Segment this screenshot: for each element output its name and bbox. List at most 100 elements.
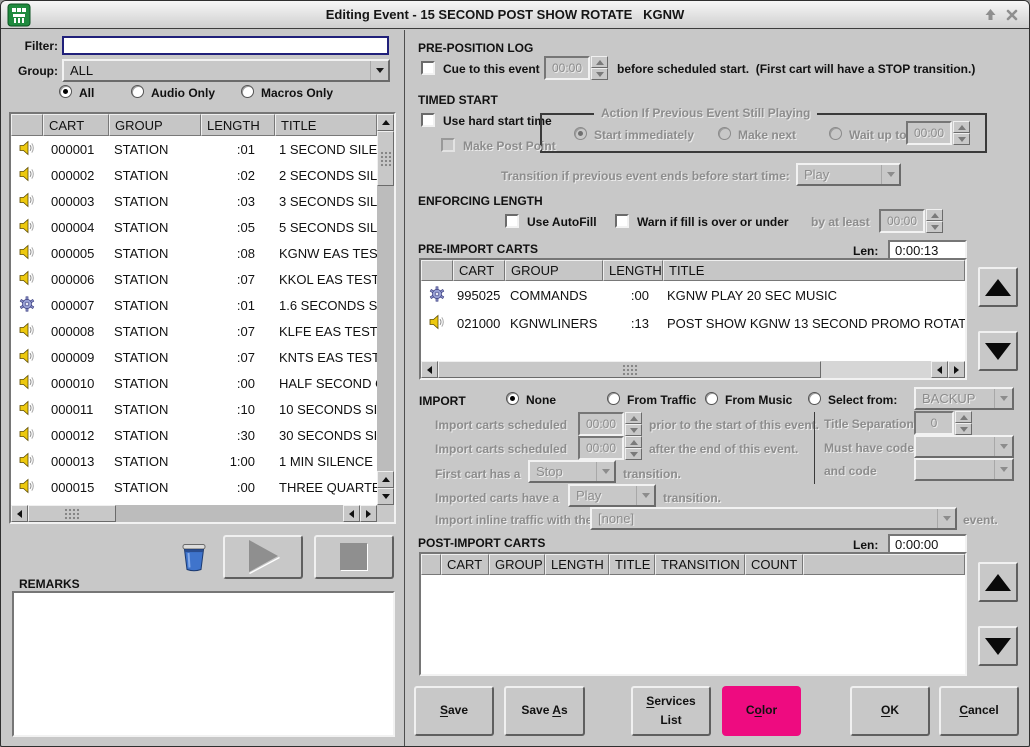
- timed-start-heading: TIMED START: [418, 93, 498, 107]
- group-select[interactable]: ALL: [62, 59, 390, 82]
- title-bar[interactable]: Editing Event - 15 SECOND POST SHOW ROTA…: [1, 1, 1029, 29]
- scope-radio-all[interactable]: [59, 85, 72, 98]
- select-from-select[interactable]: BACKUP: [914, 387, 1014, 410]
- cell-length: :00: [201, 376, 275, 391]
- services-list-button[interactable]: Services List: [631, 686, 711, 736]
- import-none-radio[interactable]: [506, 392, 519, 405]
- table-row[interactable]: 995025 COMMANDS :00 KGNW PLAY 20 SEC MUS…: [421, 281, 965, 309]
- cell-cart: 000007: [43, 298, 109, 313]
- use-hard-start-checkbox[interactable]: [421, 113, 435, 127]
- import-music-radio[interactable]: [705, 392, 718, 405]
- title-separation-spinbox[interactable]: 0: [914, 411, 972, 435]
- import-select-from-radio[interactable]: [808, 392, 821, 405]
- ok-button[interactable]: OK: [850, 686, 930, 736]
- table-row[interactable]: 000004 STATION :05 5 SECONDS SILEN: [11, 214, 377, 240]
- scroll-left-button[interactable]: [11, 505, 28, 522]
- horizontal-scroll-thumb[interactable]: [28, 505, 116, 522]
- import-traffic-radio[interactable]: [607, 392, 620, 405]
- inline-traffic-select[interactable]: [none]: [590, 507, 957, 530]
- vertical-scroll-thumb[interactable]: [377, 131, 394, 186]
- close-button[interactable]: [1001, 5, 1023, 25]
- cue-to-event-checkbox[interactable]: [421, 61, 435, 75]
- scroll-left-button[interactable]: [421, 361, 438, 378]
- wait-up-to-radio[interactable]: [829, 127, 842, 140]
- col-length[interactable]: LENGTH: [201, 114, 275, 136]
- warn-fill-checkbox[interactable]: [615, 214, 629, 228]
- pre-import-move-down-button[interactable]: [978, 331, 1018, 371]
- cell-group: STATION: [109, 324, 201, 339]
- post-import-move-up-button[interactable]: [978, 562, 1018, 602]
- cell-title: KNTS EAS TEST IN: [275, 350, 377, 365]
- scroll-right-button[interactable]: [360, 505, 377, 522]
- table-row[interactable]: 000002 STATION :02 2 SECONDS SILEN: [11, 162, 377, 188]
- col-icon[interactable]: [11, 114, 43, 136]
- first-cart-transition-select[interactable]: Stop: [528, 460, 616, 483]
- wait-time-spinbox[interactable]: 00:00: [906, 121, 970, 145]
- speaker-icon: [19, 270, 35, 286]
- table-row[interactable]: 000006 STATION :07 KKOL EAS TEST IN: [11, 266, 377, 292]
- scroll-left-button-2[interactable]: [931, 361, 948, 378]
- pre-import-move-up-button[interactable]: [978, 267, 1018, 307]
- trash-button[interactable]: [178, 541, 210, 574]
- imported-carts-transition-select[interactable]: Play: [568, 484, 656, 507]
- scroll-up-button-2[interactable]: [377, 471, 394, 488]
- scroll-left-button-2[interactable]: [343, 505, 360, 522]
- table-row[interactable]: 021000 KGNWLINERS :13 POST SHOW KGNW 13 …: [421, 309, 965, 337]
- use-autofill-checkbox[interactable]: [505, 214, 519, 228]
- filter-input[interactable]: [62, 36, 389, 55]
- table-row[interactable]: 000007 STATION :01 1.6 SECONDS SIL: [11, 292, 377, 318]
- make-post-point-checkbox[interactable]: [441, 138, 455, 152]
- cue-suffix-label: before scheduled start. (First cart will…: [617, 62, 975, 76]
- scope-radio-macros-only[interactable]: [241, 85, 254, 98]
- maximize-button[interactable]: [979, 5, 1001, 25]
- transition-if-select[interactable]: Play: [796, 163, 901, 186]
- spin-up-icon[interactable]: [591, 56, 608, 68]
- cell-group: COMMANDS: [505, 288, 603, 303]
- import-music-label: From Music: [725, 393, 792, 407]
- col-cart[interactable]: CART: [43, 114, 109, 136]
- cue-time-spinbox[interactable]: 00:00: [544, 56, 608, 80]
- chevron-down-icon: [994, 460, 1012, 479]
- scroll-right-button[interactable]: [948, 361, 965, 378]
- play-button[interactable]: [223, 535, 303, 579]
- make-next-radio[interactable]: [718, 127, 731, 140]
- cell-cart: 000013: [43, 454, 109, 469]
- table-row[interactable]: 000001 STATION :01 1 SECOND SILENC: [11, 136, 377, 162]
- cell-cart: 000005: [43, 246, 109, 261]
- table-row[interactable]: 000011 STATION :10 10 SECONDS SILE: [11, 396, 377, 422]
- table-row[interactable]: 000009 STATION :07 KNTS EAS TEST IN: [11, 344, 377, 370]
- must-have-code-select[interactable]: [914, 435, 1014, 458]
- scroll-down-button[interactable]: [377, 488, 394, 505]
- col-title[interactable]: TITLE: [275, 114, 377, 136]
- save-button[interactable]: Save: [414, 686, 494, 736]
- col-group[interactable]: GROUP: [109, 114, 201, 136]
- table-row[interactable]: 000005 STATION :08 KGNW EAS TEST I: [11, 240, 377, 266]
- pre-import-hscroll-thumb[interactable]: [438, 361, 821, 378]
- table-row[interactable]: 000012 STATION :30 30 SECONDS SILE: [11, 422, 377, 448]
- color-button[interactable]: Color: [722, 686, 801, 736]
- scope-radio-audio-only[interactable]: [131, 85, 144, 98]
- remarks-textarea[interactable]: [12, 591, 395, 737]
- post-import-move-down-button[interactable]: [978, 626, 1018, 666]
- start-immediately-radio[interactable]: [574, 127, 587, 140]
- speaker-icon: [19, 218, 35, 234]
- cell-length: :05: [201, 220, 275, 235]
- scroll-up-button[interactable]: [377, 114, 394, 131]
- spin-down-icon[interactable]: [591, 68, 608, 80]
- and-code-select[interactable]: [914, 458, 1014, 481]
- save-as-button[interactable]: Save As: [504, 686, 585, 736]
- table-row[interactable]: 000010 STATION :00 HALF SECOND OF: [11, 370, 377, 396]
- sched-prior-spinbox[interactable]: 00:00: [578, 412, 642, 436]
- stop-button[interactable]: [314, 535, 394, 579]
- cancel-button[interactable]: Cancel: [939, 686, 1019, 736]
- sched-after-spinbox[interactable]: 00:00: [578, 436, 642, 460]
- table-row[interactable]: 000003 STATION :03 3 SECONDS SILEN: [11, 188, 377, 214]
- cart-library-table: CART GROUP LENGTH TITLE 000001: [9, 112, 396, 524]
- by-at-least-spinbox[interactable]: 00:00: [879, 209, 943, 233]
- enforcing-length-heading: ENFORCING LENGTH: [418, 194, 543, 208]
- table-row[interactable]: 000015 STATION :00 THREE QUARTER S: [11, 474, 377, 500]
- cell-length: :01: [201, 142, 275, 157]
- table-row[interactable]: 000008 STATION :07 KLFE EAS TEST IN: [11, 318, 377, 344]
- first-cart-suffix: transition.: [623, 467, 681, 481]
- table-row[interactable]: 000013 STATION 1:00 1 MIN SILENCE: [11, 448, 377, 474]
